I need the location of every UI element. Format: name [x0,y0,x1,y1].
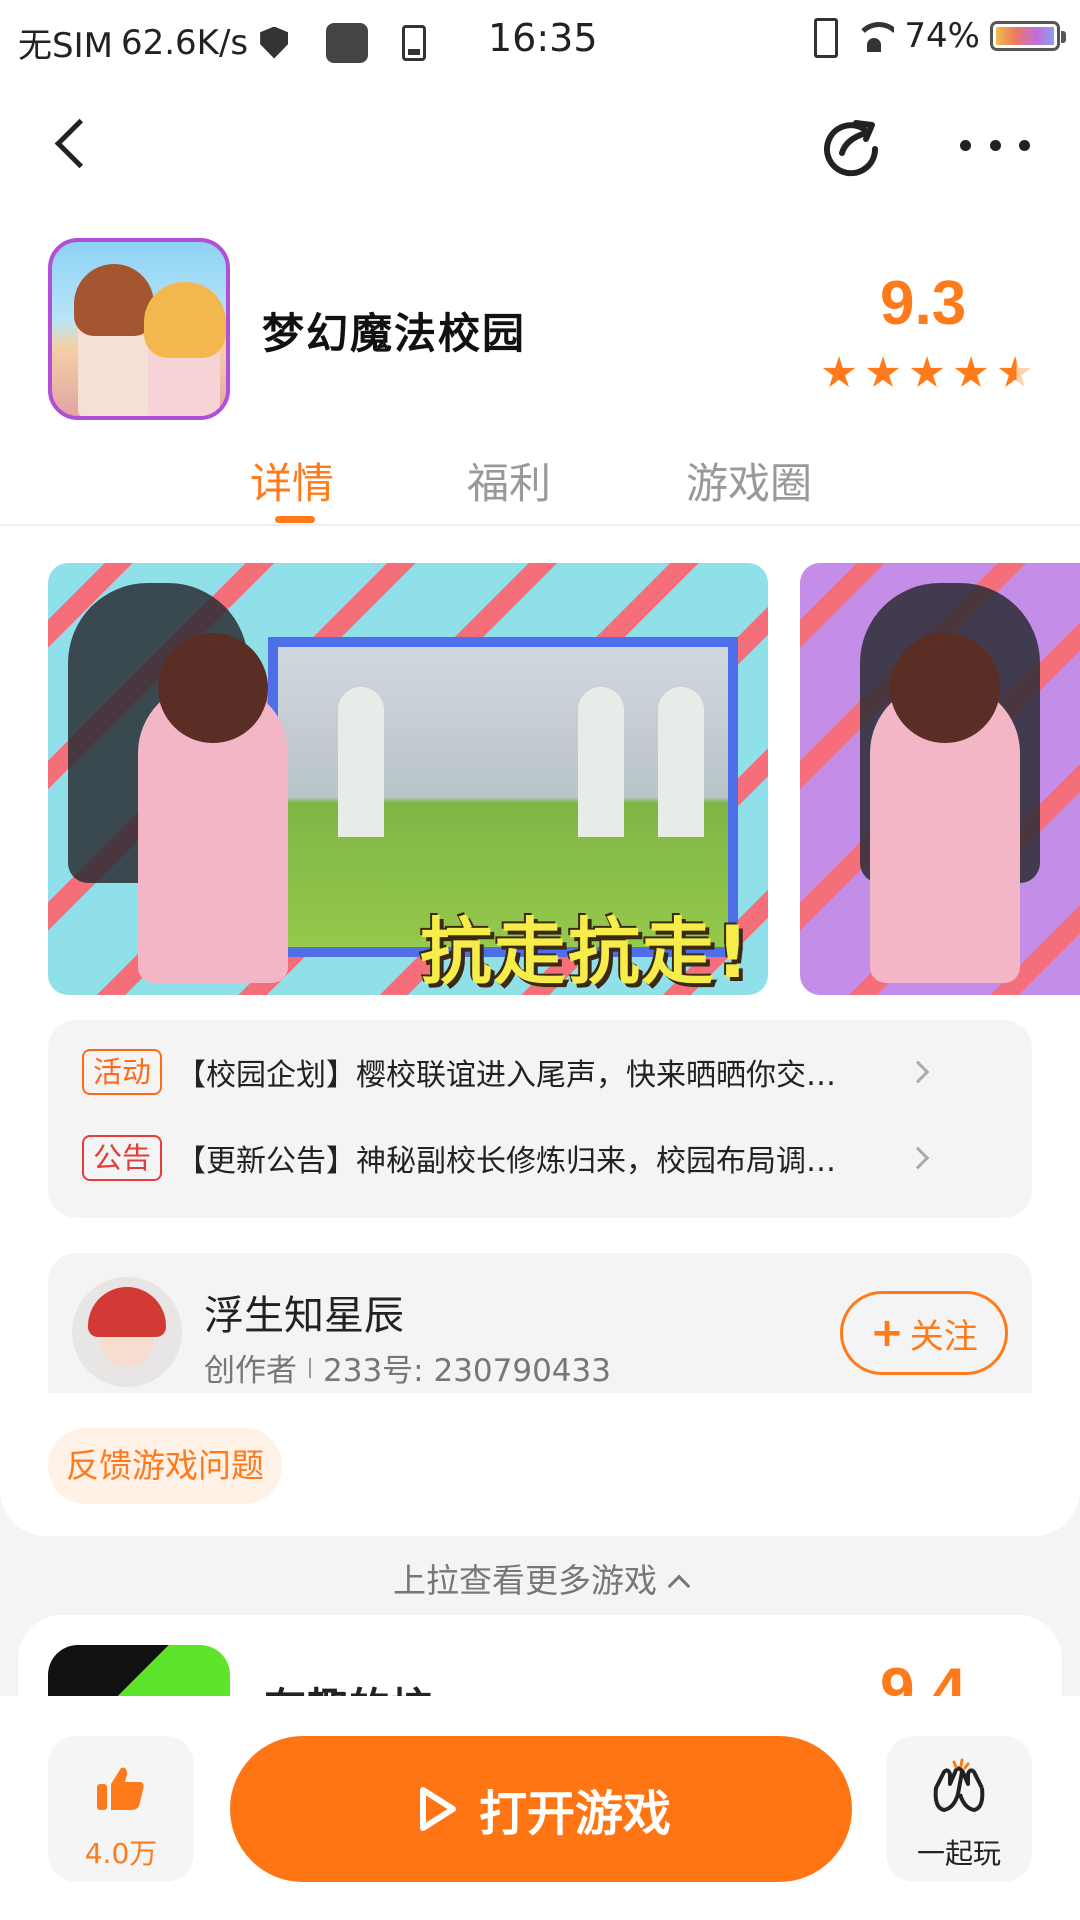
notice-board: 活动 【校园企划】樱校联谊进入尾声，快来晒晒你交… 公告 【更新公告】神秘副校长… [48,1020,1032,1218]
activity-tag: 活动 [82,1049,163,1095]
tab-benefits[interactable]: 福利 [467,450,551,511]
star-rating [822,356,1032,390]
bottom-action-bar: 4.0万 打开游戏 一起玩 [0,1696,1080,1920]
chevron-up-icon [667,1574,691,1598]
open-game-label: 打开游戏 [478,1786,671,1842]
play-together-label: 一起玩 [916,1837,1001,1870]
status-bar: 无SIM 62.6K/s 16:35 74% [0,0,1080,76]
notice-item[interactable]: 公告 【更新公告】神秘副校长修炼归来，校园布局调… [82,1132,930,1184]
tab-bar: 详情 福利 游戏圈 [0,450,1080,526]
game-screenshot[interactable]: 抗走抗走! [48,563,768,995]
notice-item[interactable]: 活动 【校园企划】樱校联谊进入尾声，快来晒晒你交… [82,1046,930,1098]
sim-icon [402,24,427,61]
author-card[interactable]: 浮生知星辰 创作者 233号: 230790433 + 关注 [48,1253,1032,1393]
author-meta: 创作者 233号: 230790433 [204,1345,611,1390]
screenshot-caption: 抗走抗走! [420,910,751,994]
thumbs-up-icon [97,1767,144,1810]
game-score: 9.3 [880,269,967,338]
wifi-icon [854,20,895,52]
dot [989,139,1001,151]
game-title: 梦幻魔法校园 [262,309,527,358]
network-speed: 62.6K/s [120,22,249,63]
notice-text: 【更新公告】神秘副校长修炼归来，校园布局调… [176,1144,837,1179]
shield-icon [260,26,289,59]
plus-icon: + [870,1310,904,1356]
dot [1019,139,1030,151]
battery-percent: 74% [904,16,980,56]
back-button[interactable] [44,114,104,174]
vibrate-icon [804,18,844,58]
author-role: 创作者 [204,1353,297,1389]
game-icon [48,238,230,420]
open-game-button[interactable]: 打开游戏 [230,1736,852,1882]
more-options-button[interactable] [960,120,1030,170]
star-icon [822,356,856,387]
feedback-button[interactable]: 反馈游戏问题 [48,1428,282,1504]
pull-up-label: 上拉查看更多游戏 [393,1561,657,1600]
share-arrow-icon [824,120,879,177]
follow-button[interactable]: + 关注 [840,1291,1008,1375]
carrier-label: 无SIM [18,26,113,66]
avatar[interactable] [72,1277,182,1387]
clock: 16:35 [488,16,598,60]
dot [960,139,971,151]
high-five-icon [933,1758,985,1812]
star-icon [910,356,944,387]
chevron-right-icon [906,1146,930,1170]
tab-indicator [275,516,315,523]
notice-text: 【校园企划】樱校联谊进入尾声，快来晒晒你交… [176,1058,837,1093]
like-button[interactable]: 4.0万 [48,1736,194,1882]
play-icon [419,1787,456,1831]
battery-icon [990,21,1066,51]
pull-up-hint[interactable]: 上拉查看更多游戏 [0,1554,1080,1602]
author-id: 233号: 230790433 [323,1353,611,1389]
play-together-button[interactable]: 一起玩 [886,1736,1032,1882]
author-name: 浮生知星辰 [204,1293,404,1339]
follow-label: 关注 [909,1316,978,1357]
chevron-right-icon [906,1060,930,1084]
game-screenshot[interactable] [800,563,1080,995]
tab-details[interactable]: 详情 [250,450,334,511]
share-button[interactable] [820,115,882,177]
notification-icon [326,22,369,63]
announcement-tag: 公告 [82,1135,163,1181]
divider [309,1357,311,1378]
like-count: 4.0万 [84,1837,158,1870]
half-star-icon [998,356,1032,387]
star-icon [954,356,988,387]
tab-game-circle[interactable]: 游戏圈 [686,450,812,511]
star-icon [866,356,900,387]
